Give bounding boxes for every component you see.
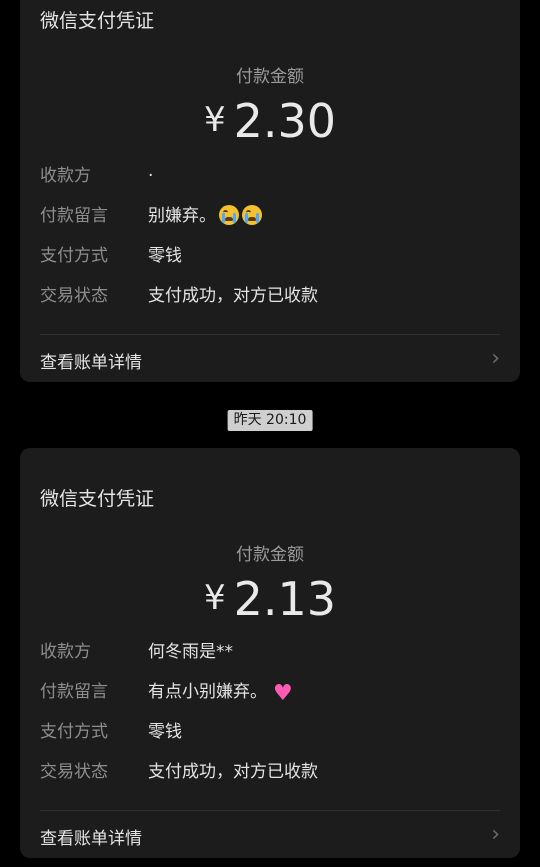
currency-symbol: ¥ bbox=[203, 578, 226, 618]
amount-label: 付款金额 bbox=[236, 545, 304, 565]
receipt-title: 微信支付凭证 bbox=[40, 488, 155, 510]
amount-value: 2.13 bbox=[233, 572, 337, 626]
amount-display: ¥2.13 bbox=[20, 572, 520, 626]
field-label: 付款留言 bbox=[40, 682, 108, 702]
field-label: 交易状态 bbox=[40, 762, 108, 782]
field-value: 支付成功，对方已收款 bbox=[148, 762, 318, 782]
divider bbox=[40, 334, 500, 335]
field-value: 有点小别嫌弃。 bbox=[148, 682, 267, 702]
crying-face-icon bbox=[242, 205, 262, 225]
field-label: 收款方 bbox=[40, 642, 91, 662]
field-message: 付款留言 有点小别嫌弃。 ♥ bbox=[40, 678, 500, 706]
field-value-wrap: 有点小别嫌弃。 ♥ bbox=[148, 678, 293, 706]
field-payment-method: 支付方式 零钱 bbox=[40, 718, 500, 746]
view-bill-details-button[interactable]: 查看账单详情 › bbox=[40, 340, 500, 380]
amount-value: 2.30 bbox=[233, 94, 337, 148]
field-value: 零钱 bbox=[148, 722, 182, 742]
receipt-title: 微信支付凭证 bbox=[40, 10, 155, 32]
divider bbox=[40, 810, 500, 811]
payment-receipt-card[interactable]: 微信支付凭证 付款金额 ¥2.13 收款方 何冬雨是** 付款留言 有点小别嫌弃… bbox=[20, 448, 520, 858]
field-label: 交易状态 bbox=[40, 286, 108, 306]
payment-receipt-card[interactable]: 微信支付凭证 付款金额 ¥2.30 收款方 · 付款留言 别嫌弃。 支付方式 零… bbox=[20, 0, 520, 382]
crying-face-icon bbox=[219, 205, 239, 225]
view-bill-details-label: 查看账单详情 bbox=[40, 829, 142, 849]
currency-symbol: ¥ bbox=[203, 100, 226, 140]
field-value-wrap: 别嫌弃。 bbox=[148, 202, 262, 230]
field-label: 收款方 bbox=[40, 166, 91, 186]
chat-timestamp: 昨天 20:10 bbox=[227, 410, 313, 431]
field-value: 别嫌弃。 bbox=[148, 206, 216, 226]
field-label: 支付方式 bbox=[40, 722, 108, 742]
amount-display: ¥2.30 bbox=[20, 94, 520, 148]
field-payee: 收款方 何冬雨是** bbox=[40, 638, 500, 666]
field-value: 何冬雨是** bbox=[148, 642, 233, 662]
field-label: 支付方式 bbox=[40, 246, 108, 266]
pink-heart-icon: ♥ bbox=[273, 681, 293, 706]
field-value: 零钱 bbox=[148, 246, 182, 266]
field-payment-method: 支付方式 零钱 bbox=[40, 242, 500, 270]
view-bill-details-button[interactable]: 查看账单详情 › bbox=[40, 816, 500, 856]
field-message: 付款留言 别嫌弃。 bbox=[40, 202, 500, 230]
field-status: 交易状态 支付成功，对方已收款 bbox=[40, 758, 500, 786]
field-value: · bbox=[148, 166, 154, 186]
field-value: 支付成功，对方已收款 bbox=[148, 286, 318, 306]
field-label: 付款留言 bbox=[40, 206, 108, 226]
field-payee: 收款方 · bbox=[40, 162, 500, 190]
chevron-right-icon: › bbox=[491, 346, 500, 371]
field-status: 交易状态 支付成功，对方已收款 bbox=[40, 282, 500, 310]
chevron-right-icon: › bbox=[491, 822, 500, 847]
view-bill-details-label: 查看账单详情 bbox=[40, 353, 142, 373]
amount-label: 付款金额 bbox=[236, 67, 304, 87]
